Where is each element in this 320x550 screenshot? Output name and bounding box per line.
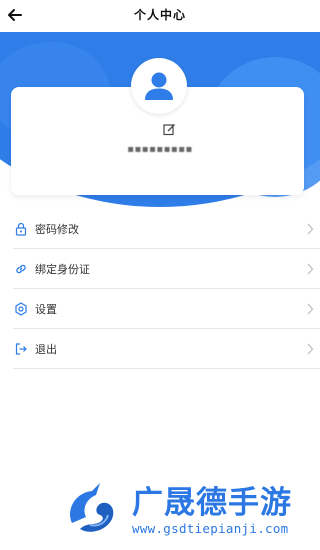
- user-avatar-icon: [145, 72, 173, 100]
- logout-icon: [15, 343, 27, 355]
- chevron-right-icon: [307, 263, 314, 275]
- menu-item-settings[interactable]: 设置: [13, 289, 320, 329]
- top-bar: 个人中心: [0, 0, 320, 32]
- menu-item-label: 绑定身份证: [35, 263, 90, 276]
- gear-icon: [15, 302, 27, 316]
- link-icon: [16, 264, 26, 274]
- menu-item-label: 密码修改: [35, 223, 79, 236]
- chevron-right-icon: [307, 223, 314, 235]
- page-title: 个人中心: [133, 8, 186, 22]
- menu-item-label: 退出: [35, 343, 57, 356]
- menu-item-logout[interactable]: 退出: [13, 329, 320, 369]
- lock-icon: [15, 222, 27, 236]
- menu-item-label: 设置: [35, 303, 57, 316]
- username: ▪▪▪▪▪▪▪▪▪: [127, 144, 193, 155]
- avatar[interactable]: [131, 58, 187, 114]
- watermark-url: www.gsdtiepianji.com: [132, 521, 289, 536]
- edit-icon[interactable]: [163, 123, 176, 136]
- watermark: 广晟德手游 www.gsdtiepianji.com: [60, 475, 320, 550]
- menu-item-change-password[interactable]: 密码修改: [13, 209, 320, 249]
- chevron-right-icon: [307, 343, 314, 355]
- settings-menu: 密码修改 绑定身份证 设置 退出: [13, 209, 320, 369]
- chevron-right-icon: [307, 303, 314, 315]
- watermark-title: 广晟德手游: [132, 485, 292, 521]
- menu-item-bind-id-card[interactable]: 绑定身份证: [13, 249, 320, 289]
- watermark-logo-icon: [70, 483, 114, 532]
